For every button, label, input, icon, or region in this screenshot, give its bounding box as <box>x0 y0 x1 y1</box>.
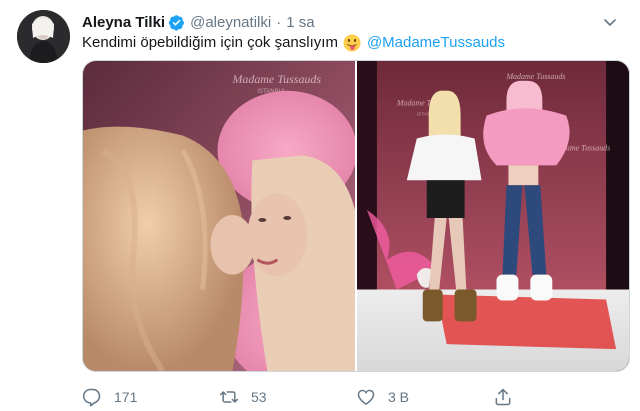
share-button[interactable] <box>493 387 630 407</box>
tweet[interactable]: Aleyna Tilki @aleynatilki · 1 sa Kendimi… <box>0 0 640 411</box>
like-button[interactable]: 3 B <box>356 387 493 407</box>
retweet-count: 53 <box>251 389 267 405</box>
like-count: 3 B <box>388 389 410 405</box>
reply-icon <box>82 388 101 407</box>
wall-brand-text: Madame Tussauds <box>231 72 321 86</box>
share-icon <box>495 388 511 406</box>
heart-icon <box>357 389 375 405</box>
photo-standing-with-wax-figure[interactable]: Madame Tussauds Madame Tussauds Madame T… <box>357 61 629 371</box>
tweet-body: Kendimi öpebildiğim için çok şanslıyım <box>82 34 338 51</box>
separator-dot: · <box>276 13 282 31</box>
retweet-icon <box>219 391 239 403</box>
tongue-out-emoji-icon <box>343 34 361 52</box>
reply-count: 171 <box>114 389 138 405</box>
mention-link[interactable]: @MadameTussauds <box>367 33 505 53</box>
timestamp[interactable]: 1 sa <box>286 14 314 31</box>
svg-text:Madame Tussauds: Madame Tussauds <box>505 72 565 81</box>
tweet-actions: 171 53 3 B <box>82 386 630 408</box>
avatar-image <box>17 10 70 63</box>
tweet-header: Aleyna Tilki @aleynatilki · 1 sa <box>82 12 315 32</box>
photo-selfie-with-wax-figure[interactable]: Madame Tussauds Ma ISTANBUL <box>83 61 355 371</box>
chevron-down-icon[interactable] <box>602 14 618 30</box>
author-handle[interactable]: @aleynatilki <box>190 14 271 31</box>
retweet-button[interactable]: 53 <box>219 387 356 407</box>
media-grid: Madame Tussauds Ma ISTANBUL <box>82 60 630 372</box>
avatar[interactable] <box>17 10 70 63</box>
verified-badge-icon <box>168 14 185 31</box>
author-name[interactable]: Aleyna Tilki <box>82 14 165 31</box>
reply-button[interactable]: 171 <box>82 387 219 407</box>
tweet-text: Kendimi öpebildiğim için çok şanslıyım @… <box>82 33 505 53</box>
